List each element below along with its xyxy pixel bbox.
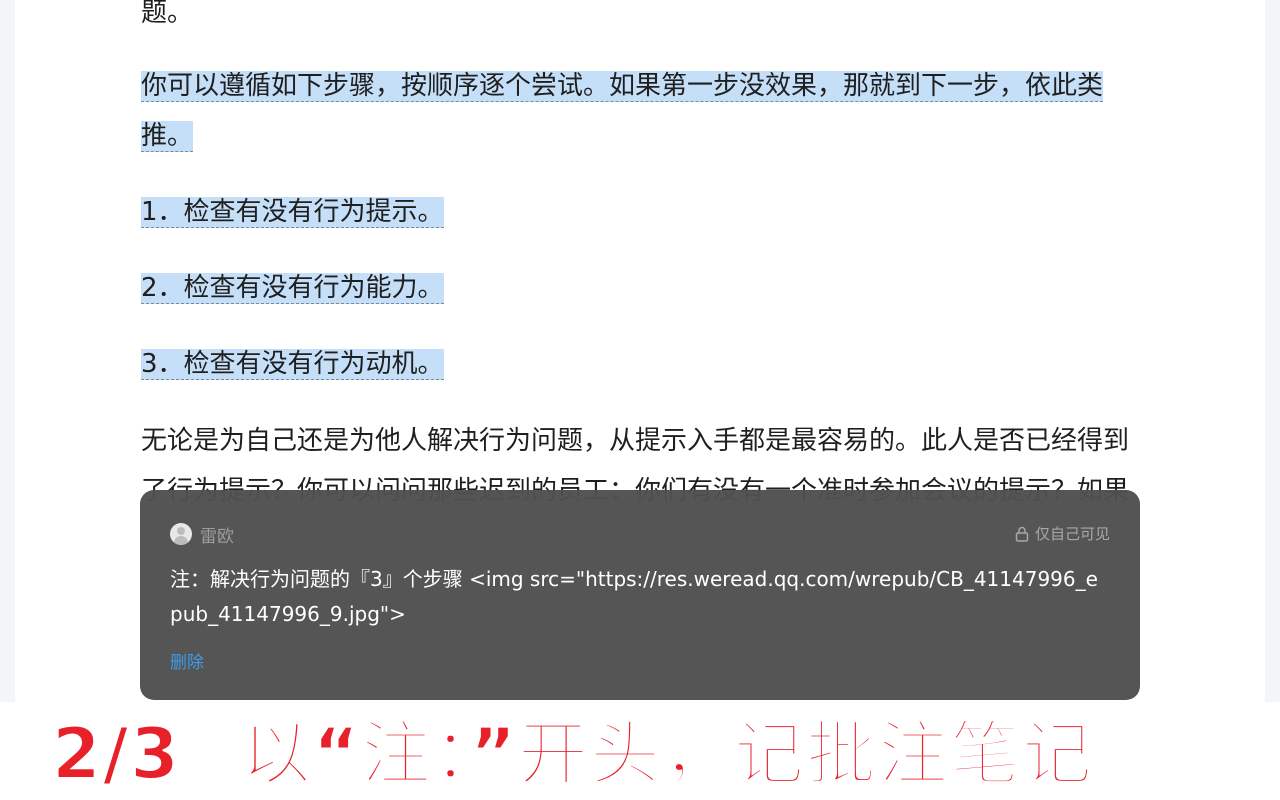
highlight-line[interactable]: 3．检查有没有行为动机。 — [141, 349, 444, 380]
note-popup: 雷欧 仅自己可见 注：解决行为问题的『3』个步骤 <img src="https… — [140, 490, 1140, 700]
highlighted-step-1[interactable]: 1．检查有没有行为提示。 — [141, 187, 1141, 237]
caption-text: 以“注：”开头，记批注笔记 — [240, 712, 1094, 796]
highlight-line[interactable]: 2．检查有没有行为能力。 — [141, 273, 444, 304]
privacy-label: 仅自己可见 — [1034, 525, 1110, 543]
highlight-line[interactable]: 1．检查有没有行为提示。 — [141, 197, 444, 228]
caption-step: 2/3 — [51, 712, 181, 796]
lock-icon — [1015, 526, 1029, 542]
note-content: 注：解决行为问题的『3』个步骤 <img src="https://res.we… — [170, 567, 1098, 626]
highlight-line[interactable]: 你可以遵循如下步骤，按顺序逐个尝试。如果第一步没效果，那就到下一步，依此类 — [141, 71, 1104, 102]
highlighted-step-2[interactable]: 2．检查有没有行为能力。 — [141, 263, 1141, 313]
paragraph-line: 无论是为自己还是为他人解决行为问题，从提示入手都是最容易的。此人是否已经得到 — [141, 426, 1130, 456]
tutorial-caption: 2/3 以“注：”开头，记批注笔记 — [51, 712, 1094, 796]
delete-note-button[interactable]: 删除 — [170, 648, 204, 673]
paragraph-line: 题。 — [141, 0, 194, 28]
note-author: 雷欧 — [170, 522, 234, 547]
privacy-status: 仅自己可见 — [1015, 523, 1110, 544]
avatar-icon — [170, 523, 192, 545]
highlight-line[interactable]: 推。 — [141, 121, 194, 152]
highlighted-paragraph[interactable]: 你可以遵循如下步骤，按顺序逐个尝试。如果第一步没效果，那就到下一步，依此类 推。 — [141, 61, 1141, 161]
username: 雷欧 — [200, 526, 234, 547]
paragraph-text: 题。 — [141, 0, 1141, 38]
highlighted-step-3[interactable]: 3．检查有没有行为动机。 — [141, 339, 1141, 389]
